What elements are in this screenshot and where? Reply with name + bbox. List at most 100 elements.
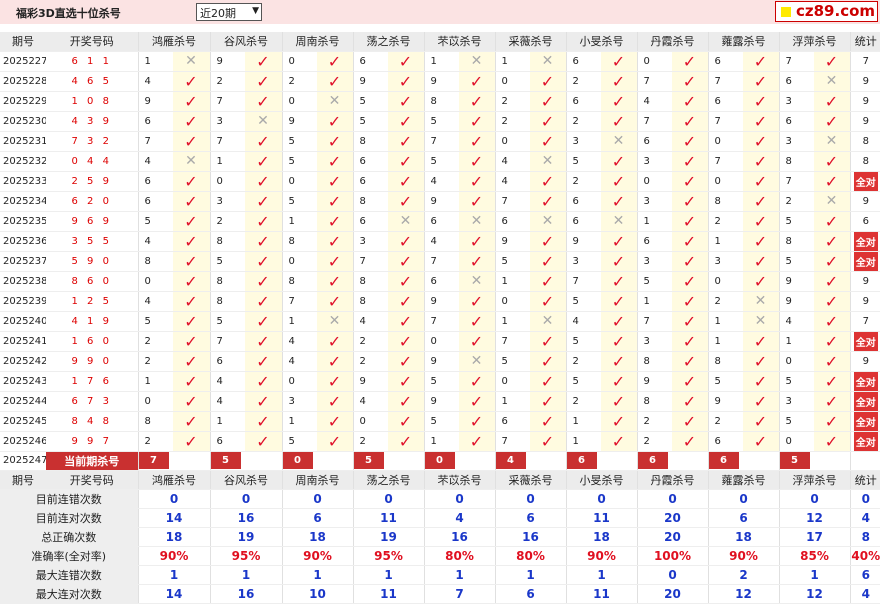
period-select[interactable]: 近20期 ▼	[196, 3, 262, 21]
kill-number: 7	[501, 435, 508, 447]
check-icon: ✓	[600, 331, 637, 350]
kill-cell: 1 ✓	[565, 411, 637, 432]
kill-cell: 0 ✓	[494, 131, 566, 152]
column-header: 芣苡杀号	[423, 470, 495, 490]
cross-icon: ✕	[458, 51, 495, 70]
summary-value: 19	[209, 527, 282, 547]
check-icon: ✓	[172, 431, 210, 450]
summary-value: 0	[778, 489, 850, 509]
table-row: 2025229 1 0 8 9 ✓ 7 ✓ 0 ✕ 5 ✓ 8 ✓ 2 ✓ 6 ✓ 4 ✓ 6 ✓ 3 ✓ 9	[0, 91, 880, 112]
kill-number: 2	[216, 215, 223, 227]
current-kill-cell: 0	[281, 451, 353, 471]
check-icon: ✓	[458, 291, 495, 310]
summary-value: 1	[137, 565, 210, 585]
kill-number: 9	[430, 195, 437, 207]
kill-cell: 5 ✓	[423, 151, 495, 172]
period-cell: 2025240	[0, 311, 46, 332]
kill-number: 6	[144, 195, 151, 207]
summary-value: 0	[423, 489, 495, 509]
cross-icon: ✕	[813, 131, 850, 150]
all-correct-badge: 全对	[853, 251, 878, 270]
kill-number: 1	[501, 315, 508, 327]
check-icon: ✓	[458, 311, 495, 330]
check-icon: ✓	[742, 371, 779, 390]
table-row: 2025238 8 6 0 0 ✓ 8 ✓ 8 ✓ 8 ✓ 6 ✕ 1 ✓ 7 ✓ 5 ✓ 0 ✓ 9 ✓ 9	[0, 271, 880, 292]
check-icon: ✓	[458, 171, 495, 190]
cross-icon: ✕	[529, 211, 566, 230]
kill-number: 6	[572, 215, 579, 227]
current-kill-number: 4	[496, 452, 526, 469]
summary-value: 18	[707, 527, 779, 547]
site-logo[interactable]: cz89.com	[775, 1, 878, 22]
kill-cell: 1 ✓	[636, 211, 708, 232]
kill-number: 7	[501, 195, 508, 207]
stat-cell: 全对	[849, 371, 880, 392]
check-icon: ✓	[316, 351, 353, 370]
kill-cell: 5 ✓	[778, 371, 850, 392]
check-icon: ✓	[172, 111, 210, 130]
check-icon: ✓	[529, 431, 566, 450]
check-icon: ✓	[172, 291, 210, 310]
check-icon: ✓	[529, 191, 566, 210]
check-icon: ✓	[244, 151, 282, 170]
column-header-label: 鸿雁杀号	[152, 35, 196, 49]
kill-cell: 2 ✓	[281, 71, 353, 92]
column-header-label: 期号	[12, 35, 34, 49]
period-cell: 2025231	[0, 131, 46, 152]
kill-cell: 9 ✕	[423, 351, 495, 372]
summary-value: 20	[636, 508, 708, 528]
kill-number: 8	[144, 415, 151, 427]
check-icon: ✓	[316, 151, 353, 170]
current-kill-cell: 6	[707, 451, 779, 471]
kill-number: 7	[785, 175, 792, 187]
cross-icon: ✕	[458, 271, 495, 290]
kill-number: 6	[572, 195, 579, 207]
summary-label: 准确率(全对率)	[0, 546, 138, 566]
check-icon: ✓	[813, 251, 850, 270]
kill-cell: 2 ✓	[352, 351, 424, 372]
check-icon: ✓	[742, 331, 779, 350]
check-icon: ✓	[316, 71, 353, 90]
table-row: 2025233 2 5 9 6 ✓ 0 ✓ 0 ✓ 6 ✓ 4 ✓ 4 ✓ 2 ✓ 0 ✓ 0 ✓ 7 ✓ 全对	[0, 171, 880, 192]
kill-number: 0	[501, 135, 508, 147]
kill-cell: 7 ✓	[209, 331, 282, 352]
kill-cell: 5 ✓	[209, 251, 282, 272]
kill-number: 4	[501, 175, 508, 187]
kill-cell: 6 ✓	[137, 171, 210, 192]
check-icon: ✓	[172, 391, 210, 410]
check-icon: ✓	[742, 191, 779, 210]
kill-number: 2	[216, 75, 223, 87]
column-header: 鸿雁杀号	[137, 470, 210, 490]
draw-number-cell: 9 9 7	[46, 431, 138, 452]
kill-number: 0	[144, 395, 151, 407]
kill-number: 4	[144, 155, 151, 167]
kill-cell: 2 ✓	[565, 111, 637, 132]
check-icon: ✓	[387, 331, 424, 350]
check-icon: ✓	[244, 91, 282, 110]
kill-number: 6	[359, 215, 366, 227]
kill-cell: 7 ✓	[137, 131, 210, 152]
kill-number: 9	[430, 395, 437, 407]
all-correct-badge: 全对	[853, 371, 878, 390]
kill-number: 8	[288, 235, 295, 247]
check-icon: ✓	[671, 231, 708, 250]
check-icon: ✓	[671, 191, 708, 210]
column-header: 荡之杀号	[352, 470, 424, 490]
draw-number-cell: 1 0 8	[46, 91, 138, 112]
kill-number: 6	[714, 55, 721, 67]
kill-cell: 3 ✓	[352, 231, 424, 252]
check-icon: ✓	[742, 111, 779, 130]
kill-number: 8	[359, 275, 366, 287]
period-cell: 2025245	[0, 411, 46, 432]
kill-number: 2	[572, 75, 579, 87]
draw-number-cell: 4 1 9	[46, 311, 138, 332]
check-icon: ✓	[316, 431, 353, 450]
kill-cell: 4 ✓	[137, 231, 210, 252]
current-kill-cell: 0	[423, 451, 495, 471]
draw-number-cell: 0 4 4	[46, 151, 138, 172]
check-icon: ✓	[316, 291, 353, 310]
kill-number: 6	[501, 215, 508, 227]
kill-cell: 3 ✕	[778, 131, 850, 152]
check-icon: ✓	[600, 71, 637, 90]
kill-number: 2	[785, 195, 792, 207]
